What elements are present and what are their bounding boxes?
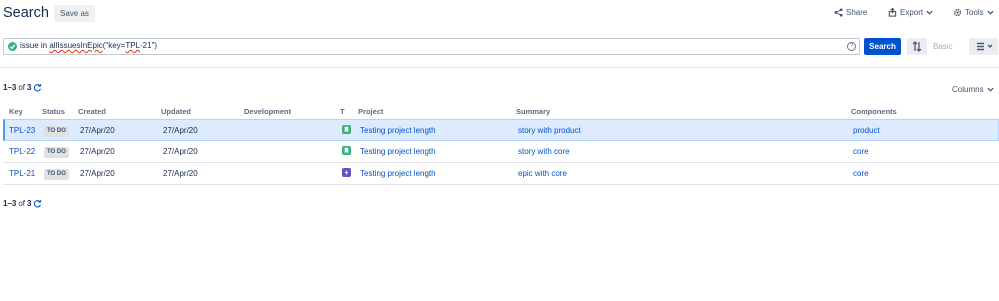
column-header-key[interactable]: Key [9,107,23,116]
export-icon [888,8,897,17]
column-header-components[interactable]: Components [851,107,897,116]
summary-link[interactable]: epic with core [518,169,567,178]
query-function-name: allIssuesInEpic [49,41,103,50]
tools-button[interactable]: Tools [953,8,994,17]
page-title: Search [3,5,49,21]
status-badge: TO DO [44,126,69,137]
query-key: TPL [125,41,141,50]
project-link[interactable]: Testing project length [360,169,436,178]
project-link[interactable]: Testing project length [360,126,436,135]
columns-button[interactable]: Columns [952,85,994,94]
search-button[interactable]: Search [864,38,901,55]
switch-icon [912,41,922,52]
basic-mode-link[interactable]: Basic [933,42,953,51]
page-header: Search Save as Share Export Tools [0,0,999,30]
status-badge: TO DO [44,147,69,158]
switch-mode-button[interactable] [907,38,927,55]
valid-query-icon [8,42,17,51]
jql-query-text: issue in allIssuesInEpic("key=TPL-21") [20,41,158,50]
issue-key-link[interactable]: TPL-22 [9,147,35,156]
column-header-development[interactable]: Development [244,107,291,116]
help-icon[interactable]: ? [847,42,856,51]
share-icon [834,8,843,17]
gear-icon [953,8,962,17]
project-link[interactable]: Testing project length [360,147,436,156]
share-label: Share [846,8,868,17]
table-row[interactable]: TPL-22 TO DO 27/Apr/20 27/Apr/20 Testing… [3,141,999,163]
updated-date: 27/Apr/20 [163,147,198,156]
view-options-button[interactable] [969,38,998,55]
component-link[interactable]: core [853,169,869,178]
save-as-button[interactable]: Save as [54,5,95,22]
created-date: 27/Apr/20 [80,126,115,135]
updated-date: 27/Apr/20 [163,126,198,135]
component-link[interactable]: core [853,147,869,156]
chevron-down-icon [926,10,933,15]
results-count-bottom: 1–3 of 3 [3,199,42,208]
results-count: 1–3 of 3 [3,83,42,92]
updated-date: 27/Apr/20 [163,169,198,178]
created-date: 27/Apr/20 [80,169,115,178]
summary-link[interactable]: story with core [518,147,570,156]
column-header-type[interactable]: T [340,107,345,116]
story-icon [342,146,351,155]
issue-key-link[interactable]: TPL-23 [9,126,35,135]
list-view-icon [977,42,993,51]
column-header-updated[interactable]: Updated [161,107,191,116]
divider [0,67,999,68]
issue-key-link[interactable]: TPL-21 [9,169,35,178]
export-button[interactable]: Export [888,8,933,17]
column-header-status[interactable]: Status [42,107,65,116]
refresh-icon[interactable] [33,199,42,208]
columns-label: Columns [952,85,984,94]
table-row[interactable]: TPL-23 TO DO 27/Apr/20 27/Apr/20 Testing… [3,119,999,141]
column-header-summary[interactable]: Summary [516,107,550,116]
created-date: 27/Apr/20 [80,147,115,156]
share-button[interactable]: Share [834,8,867,17]
epic-icon [342,168,351,177]
status-badge: TO DO [44,169,69,180]
summary-link[interactable]: story with product [518,126,581,135]
table-row[interactable]: TPL-21 TO DO 27/Apr/20 27/Apr/20 Testing… [3,163,999,185]
export-label: Export [900,8,924,17]
component-link[interactable]: product [853,126,880,135]
story-icon [342,125,351,134]
refresh-icon[interactable] [33,83,42,92]
jql-query-input[interactable]: issue in allIssuesInEpic("key=TPL-21") ? [3,38,860,55]
chevron-down-icon [987,10,994,15]
column-header-created[interactable]: Created [78,107,106,116]
tools-label: Tools [965,8,984,17]
column-header-project[interactable]: Project [358,107,383,116]
chevron-down-icon [987,87,994,92]
